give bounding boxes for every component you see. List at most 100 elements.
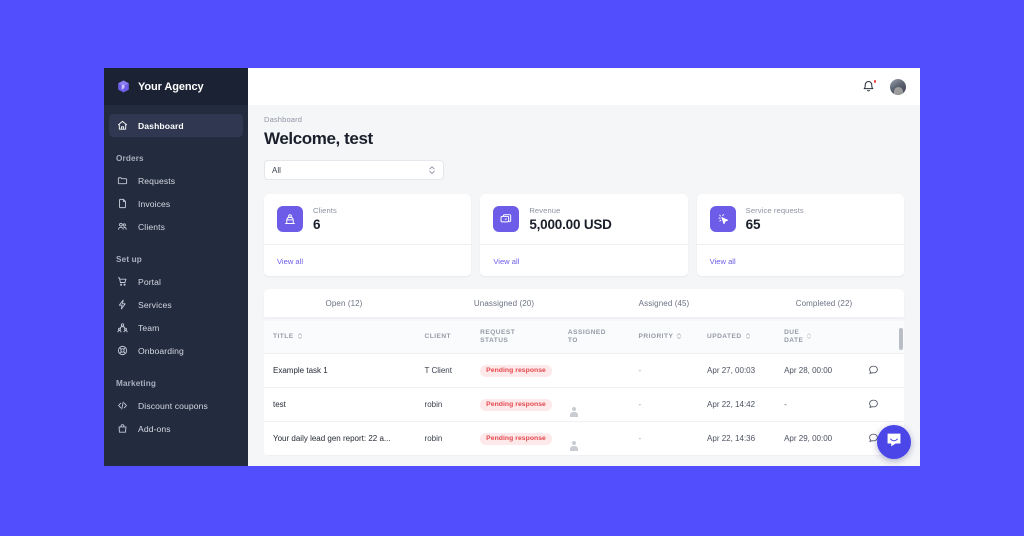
tab-completed[interactable]: Completed (22) (744, 289, 904, 317)
cart-icon (116, 275, 129, 288)
table-header-row: TITLE CLIENT REQUEST STATUS ASSIGNED TO … (264, 321, 904, 355)
brand-header[interactable]: Your Agency (104, 68, 248, 105)
sidebar-item-label: Add-ons (138, 423, 171, 434)
column-header-due-date[interactable]: DUE DATE (784, 321, 868, 355)
sidebar-section-setup: Set up (116, 255, 142, 264)
stat-top: Revenue 5,000.00 USD (480, 194, 687, 244)
chat-launcher-button[interactable] (877, 425, 911, 459)
table-body: Example task 1 T Client Pending response… (264, 353, 904, 457)
table-head: TITLE CLIENT REQUEST STATUS ASSIGNED TO … (264, 321, 904, 355)
service-request-icon (709, 206, 736, 232)
sidebar-item-services[interactable]: Services (109, 293, 243, 316)
sidebar-item-requests[interactable]: Requests (109, 169, 243, 192)
tabs: Open (12) Unassigned (20) Assigned (45) … (264, 289, 904, 317)
lightning-icon (116, 298, 129, 311)
chat-bubble-icon[interactable] (868, 400, 879, 411)
sidebar-item-clients[interactable]: Clients (109, 215, 243, 238)
cell-action[interactable] (867, 387, 904, 423)
page-title: Welcome, test (264, 129, 373, 148)
stat-value: 5,000.00 USD (529, 217, 612, 232)
sort-icon (806, 332, 812, 342)
filter-select-value: All (272, 165, 281, 175)
main-area: Dashboard Welcome, test All Clients 6 Vi… (248, 68, 920, 466)
sidebar-item-label: Portal (138, 276, 162, 287)
sidebar-nav: Dashboard Orders Requests Invoices Clien… (104, 105, 248, 440)
column-label: UPDATED (707, 333, 742, 341)
filter-select[interactable]: All (264, 160, 444, 180)
clients-icon (277, 206, 303, 232)
view-all-link[interactable]: View all (493, 257, 519, 266)
stat-cards: Clients 6 View all Revenue 5,000.00 USD … (264, 194, 904, 276)
chevron-updown-icon (428, 165, 436, 175)
chat-bubble-icon[interactable] (868, 366, 879, 377)
view-all-link[interactable]: View all (277, 257, 303, 266)
sidebar-item-portal[interactable]: Portal (109, 270, 243, 293)
cell-status: Pending response (480, 421, 568, 457)
column-header-updated[interactable]: UPDATED (707, 321, 785, 355)
table-row[interactable]: Your daily lead gen report: 22 a... robi… (264, 421, 904, 457)
table-row[interactable]: test robin Pending response - Apr 22, 14… (264, 387, 904, 423)
column-header-priority[interactable]: PRIORITY (638, 321, 708, 355)
stat-label: Service requests (745, 206, 804, 215)
bag-icon (116, 422, 129, 435)
column-header-title[interactable]: TITLE (264, 321, 425, 355)
lifebuoy-icon (116, 344, 129, 357)
cube-logo-icon (116, 79, 131, 94)
status-badge: Pending response (480, 432, 552, 445)
stat-footer: View all (480, 244, 688, 276)
cell-assigned-to (567, 421, 639, 457)
cell-action[interactable] (867, 353, 904, 389)
sidebar-item-label: Team (138, 322, 160, 333)
tab-unassigned[interactable]: Unassigned (20) (424, 289, 584, 317)
content-area: Dashboard Welcome, test All Clients 6 Vi… (248, 105, 920, 466)
bell-icon[interactable] (862, 79, 877, 94)
home-icon (116, 119, 129, 132)
sidebar-item-onboarding[interactable]: Onboarding (109, 339, 243, 362)
avatar[interactable] (890, 78, 906, 95)
cell-updated: Apr 22, 14:36 (707, 421, 785, 457)
status-badge: Pending response (480, 398, 552, 411)
cell-priority: - (638, 353, 708, 389)
column-label: TITLE (273, 333, 294, 341)
sidebar-item-label: Requests (138, 175, 176, 186)
view-all-link[interactable]: View all (710, 257, 736, 266)
sort-icon (297, 332, 303, 342)
column-header-assigned-to: ASSIGNED TO (567, 321, 639, 355)
cell-priority: - (638, 387, 708, 423)
cell-status: Pending response (480, 353, 568, 389)
column-label: PRIORITY (638, 333, 674, 341)
cell-assigned-to (567, 387, 639, 423)
sidebar-item-discount-coupons[interactable]: Discount coupons (109, 394, 243, 417)
stat-top: Service requests 65 (697, 194, 904, 244)
cell-title: test (264, 387, 425, 423)
sidebar-item-add-ons[interactable]: Add-ons (109, 417, 243, 440)
requests-table: TITLE CLIENT REQUEST STATUS ASSIGNED TO … (264, 321, 904, 457)
sidebar-item-invoices[interactable]: Invoices (109, 192, 243, 215)
messenger-icon (885, 431, 903, 454)
cell-updated: Apr 27, 00:03 (707, 353, 785, 389)
sidebar-item-team[interactable]: Team (109, 316, 243, 339)
cell-client: T Client (424, 353, 481, 389)
tab-assigned[interactable]: Assigned (45) (584, 289, 744, 317)
sidebar-item-dashboard[interactable]: Dashboard (109, 114, 243, 137)
cell-priority: - (638, 421, 708, 457)
stat-value: 65 (745, 217, 761, 232)
notification-dot (872, 79, 877, 84)
stat-top: Clients 6 (264, 194, 471, 244)
breadcrumb[interactable]: Dashboard (264, 115, 904, 124)
column-label: REQUEST STATUS (480, 329, 516, 345)
table-scrollbar[interactable] (899, 328, 903, 350)
app-window: Your Agency Dashboard Orders Requests In… (104, 68, 920, 466)
tab-open[interactable]: Open (12) (264, 289, 424, 317)
column-header-client: CLIENT (424, 321, 481, 355)
sidebar-item-label: Dashboard (138, 120, 184, 131)
table: TITLE CLIENT REQUEST STATUS ASSIGNED TO … (264, 321, 904, 457)
document-icon (116, 197, 129, 210)
cell-due-date: - (784, 387, 868, 423)
status-badge: Pending response (480, 364, 552, 377)
sidebar-item-label: Discount coupons (138, 400, 208, 411)
folder-icon (116, 174, 129, 187)
sidebar-section-orders: Orders (116, 154, 144, 163)
table-row[interactable]: Example task 1 T Client Pending response… (264, 353, 904, 389)
team-icon (116, 321, 129, 334)
